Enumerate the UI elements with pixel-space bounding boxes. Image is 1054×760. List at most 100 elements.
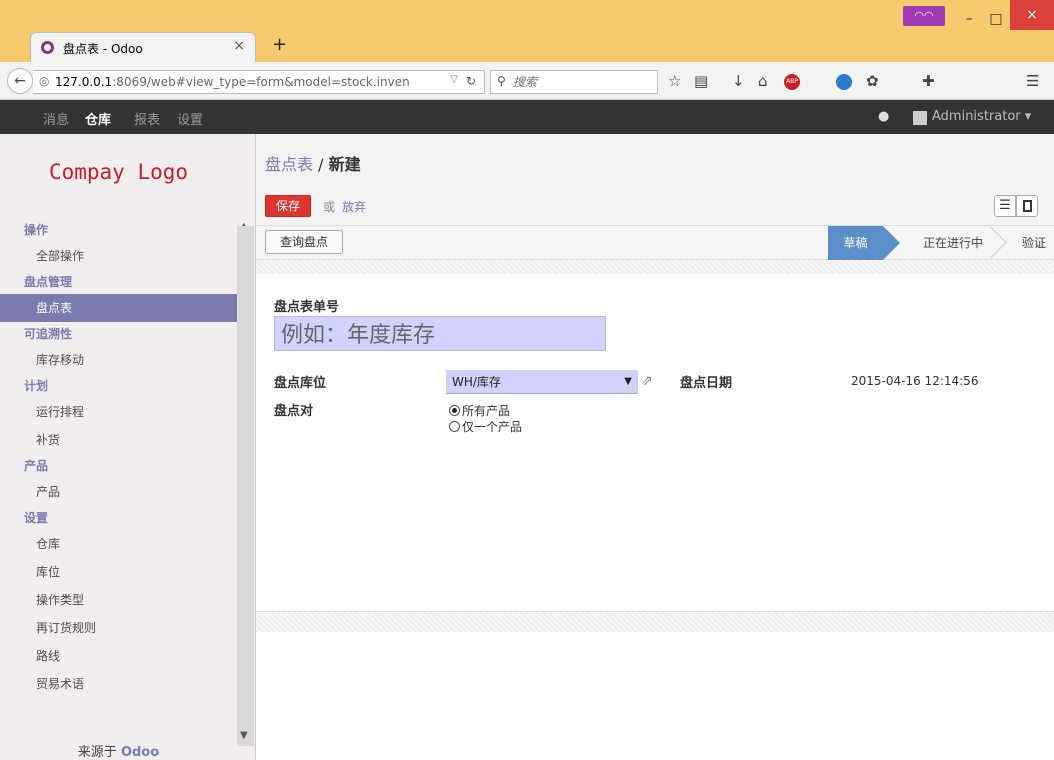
window-close-button[interactable]: ×	[1010, 0, 1054, 30]
sidebar-item-products[interactable]: 产品	[0, 478, 237, 506]
url-host: 127.0.0.1	[55, 75, 113, 89]
start-inventory-button[interactable]: 查询盘点	[265, 230, 344, 254]
search-icon: ⚲	[497, 74, 506, 88]
browser-tab[interactable]: 盘点表 - Odoo ×	[30, 32, 256, 62]
sidebar-nav: 操作 全部操作 盘点管理 盘点表 可追溯性 库存移动 计划 运行排程 补货 产品…	[0, 218, 237, 698]
new-tab-button[interactable]: +	[272, 34, 287, 55]
menu-reports[interactable]: 报表	[134, 109, 160, 128]
browser-titlebar: 盘点表 - Odoo × + ◠◠ – □ ×	[0, 0, 1054, 62]
reload-icon[interactable]: ↻	[466, 74, 476, 88]
url-path: :8069/web#view_type=form&model=stock.inv…	[112, 75, 410, 89]
radio-one-product[interactable]: 仅一个产品	[449, 418, 522, 435]
name-field-input[interactable]: 例如：年度库存	[274, 316, 606, 351]
external-link-icon[interactable]: ⇗	[641, 373, 653, 389]
sidebar-item-stock-moves[interactable]: 库存移动	[0, 346, 237, 374]
sidebar-item-reordering-rules[interactable]: 再订货规则	[0, 614, 237, 642]
date-field-value[interactable]: 2015-04-16 12:14:56	[851, 374, 978, 388]
sidebar-scrollbar[interactable]	[237, 226, 254, 746]
menu-messages[interactable]: 消息	[43, 109, 69, 128]
control-panel: 盘点表 / 新建 保存 或 放弃 ☰	[256, 134, 1054, 226]
window-maximize-button[interactable]: □	[985, 8, 1007, 30]
download-icon[interactable]: ↓	[732, 72, 745, 90]
breadcrumb-separator: /	[313, 155, 329, 174]
name-field-label: 盘点表单号	[274, 300, 340, 315]
form-view-icon[interactable]	[1016, 195, 1038, 217]
crop-icon[interactable]: ✚	[922, 72, 935, 90]
back-arrow-icon[interactable]: ←	[7, 68, 33, 94]
radio-all-products-label: 所有产品	[462, 404, 511, 418]
sidebar-item-locations[interactable]: 库位	[0, 558, 237, 586]
url-dropdown-icon[interactable]: ▽	[450, 74, 458, 85]
bookmark-star-icon[interactable]: ☆	[668, 72, 681, 90]
sidebar-item-routes[interactable]: 路线	[0, 642, 237, 670]
sidebar-section-products: 产品	[24, 459, 49, 473]
company-logo[interactable]: Compay Logo	[0, 160, 237, 184]
filter-field-label: 盘点对	[274, 404, 314, 419]
sidebar-section-operations: 操作	[24, 223, 49, 237]
sidebar-section-inventory-control: 盘点管理	[24, 275, 73, 289]
reading-list-icon[interactable]: ▤	[694, 72, 708, 90]
chat-icon[interactable]: ●	[878, 109, 889, 124]
radio-one-product-label: 仅一个产品	[462, 420, 523, 434]
menu-icon[interactable]: ☰	[1026, 72, 1039, 90]
main-content: 盘点表 / 新建 保存 或 放弃 ☰ 查询盘点 草稿 正在进行中 验证 盘点表单…	[256, 134, 1054, 760]
discard-link[interactable]: 放弃	[342, 198, 366, 215]
adblock-icon[interactable]: ABP	[784, 74, 800, 90]
breadcrumb: 盘点表 / 新建	[265, 151, 361, 175]
scroll-down-icon[interactable]: ▼	[240, 730, 248, 741]
sidebar-item-warehouses[interactable]: 仓库	[0, 530, 237, 558]
sidebar-section-traceability: 可追溯性	[24, 327, 73, 341]
radio-all-products[interactable]: 所有产品	[449, 402, 510, 419]
stage-in-progress[interactable]: 正在进行中	[908, 226, 998, 260]
radio-checked-icon	[449, 405, 460, 416]
sheet-background-top	[256, 260, 1054, 274]
breadcrumb-parent[interactable]: 盘点表	[265, 155, 313, 174]
odoo-top-menu: 消息 仓库 报表 设置 ● Administrator ▾	[0, 100, 1054, 134]
status-bar: 查询盘点 草稿 正在进行中 验证	[256, 226, 1054, 260]
menu-settings[interactable]: 设置	[177, 109, 203, 128]
breadcrumb-current: 新建	[328, 155, 361, 174]
odoo-favicon-icon	[41, 41, 54, 54]
form-sheet: 盘点表单号 例如：年度库存 盘点库位 WH/库存 ▼ ⇗ 盘点日期 2015-04…	[256, 274, 1054, 612]
avatar[interactable]	[913, 111, 927, 125]
url-bar[interactable]: ◎ 127.0.0.1:8069/web#view_type=form&mode…	[33, 70, 485, 94]
stage-draft[interactable]: 草稿	[828, 226, 900, 260]
stage-validated[interactable]: 验证	[1014, 226, 1054, 260]
sidebar-section-schedulers: 计划	[24, 379, 49, 393]
list-view-icon[interactable]: ☰	[994, 195, 1016, 217]
site-info-icon[interactable]: ◎	[39, 74, 49, 88]
save-button[interactable]: 保存	[265, 195, 312, 217]
window-minimize-button[interactable]: –	[958, 8, 980, 30]
search-bar[interactable]: ⚲	[490, 70, 658, 94]
globe-icon[interactable]	[836, 74, 852, 90]
sidebar-item-all-operations[interactable]: 全部操作	[0, 242, 237, 270]
sidebar-section-configuration: 设置	[24, 511, 49, 525]
sidebar: Compay Logo ▲ ▼ 操作 全部操作 盘点管理 盘点表 可追溯性 库存…	[0, 134, 256, 760]
addon-icon[interactable]: ✿	[866, 72, 879, 90]
menu-warehouse[interactable]: 仓库	[85, 109, 111, 128]
url-text[interactable]: 127.0.0.1:8069/web#view_type=form&model=…	[55, 75, 450, 89]
home-icon[interactable]: ⌂	[758, 72, 768, 90]
user-menu[interactable]: Administrator ▾	[932, 109, 1031, 124]
chevron-down-icon[interactable]: ▼	[624, 370, 632, 394]
or-label: 或	[323, 200, 336, 214]
search-input[interactable]	[513, 73, 653, 91]
powered-by-brand[interactable]: Odoo	[121, 745, 159, 760]
sidebar-item-run-schedulers[interactable]: 运行排程	[0, 398, 237, 426]
powered-by-prefix: 来源于	[77, 745, 117, 760]
tab-title: 盘点表 - Odoo	[63, 42, 143, 56]
tab-close-icon[interactable]: ×	[233, 38, 245, 54]
private-mask-icon[interactable]: ◠◠	[903, 6, 945, 26]
location-field-label: 盘点库位	[274, 376, 327, 391]
sidebar-item-incoterms[interactable]: 贸易术语	[0, 670, 237, 698]
powered-by[interactable]: 来源于 Odoo	[0, 741, 237, 760]
sidebar-item-operation-types[interactable]: 操作类型	[0, 586, 237, 614]
sidebar-item-inventory-adjustments[interactable]: 盘点表	[0, 294, 237, 322]
radio-unchecked-icon	[449, 421, 460, 432]
location-select-value: WH/库存	[452, 375, 501, 389]
sheet-background-bottom	[256, 612, 1054, 632]
browser-navbar: ← ◎ 127.0.0.1:8069/web#view_type=form&mo…	[0, 62, 1054, 100]
location-select[interactable]: WH/库存 ▼	[446, 370, 638, 394]
sidebar-item-replenishment[interactable]: 补货	[0, 426, 237, 454]
date-field-label: 盘点日期	[680, 376, 733, 391]
